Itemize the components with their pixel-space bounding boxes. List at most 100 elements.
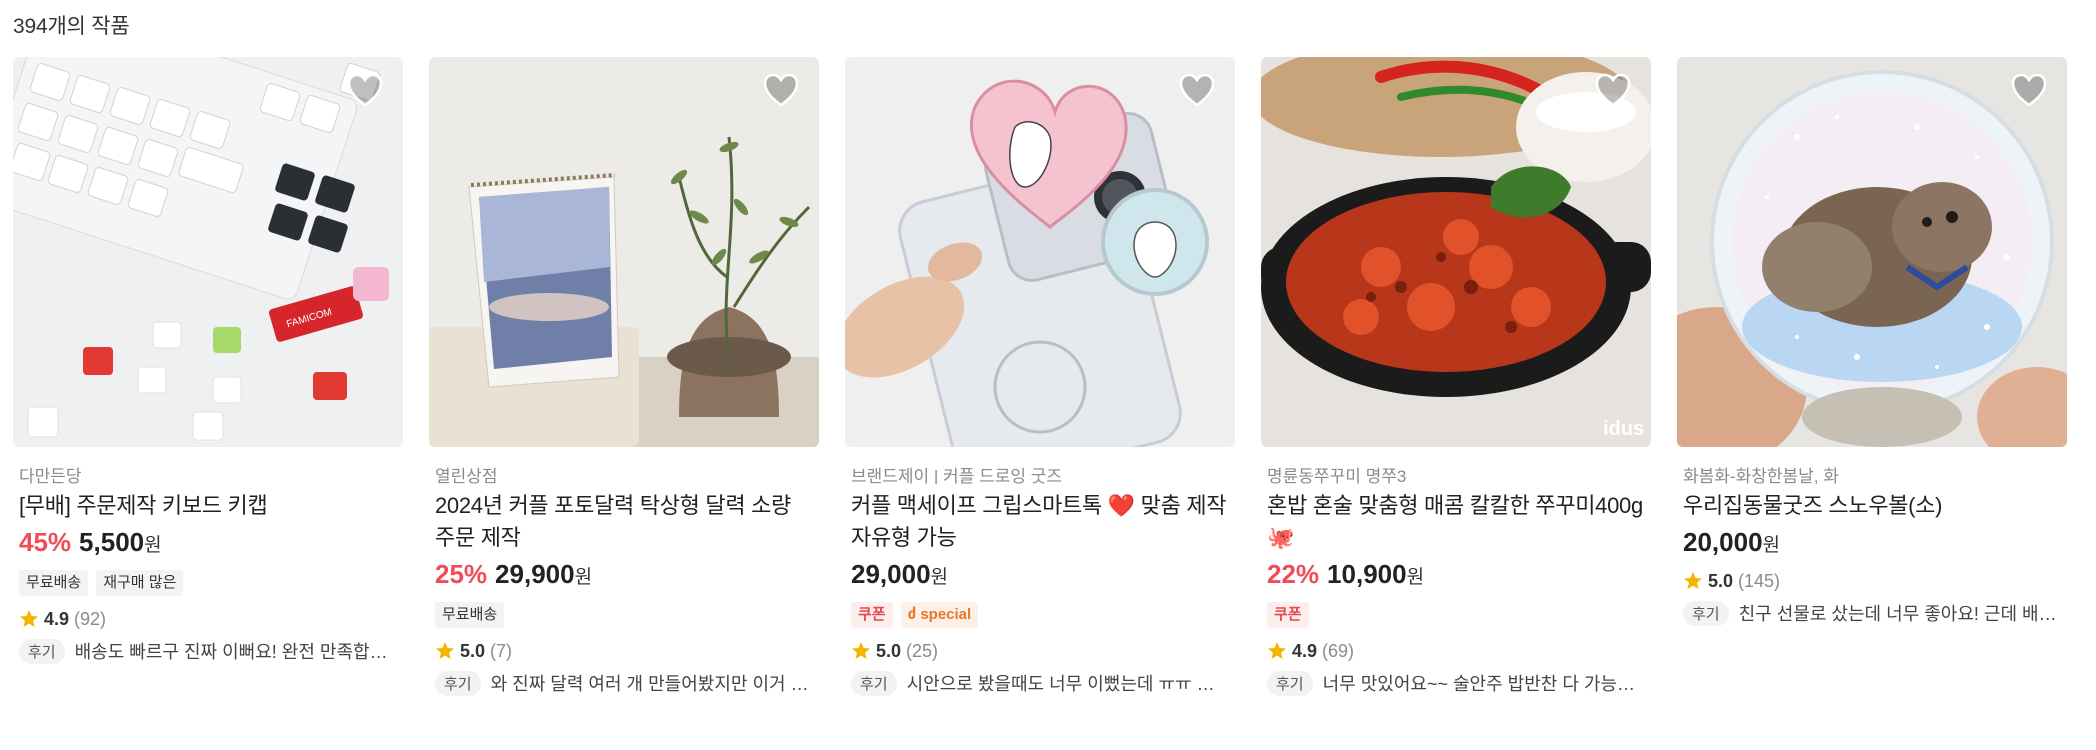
product-info: 화봄화-화창한봄날, 화 우리집동물굿즈 스노우볼(소) 20,000 원 5.… bbox=[1677, 447, 2067, 626]
product-image[interactable] bbox=[429, 57, 819, 447]
product-title[interactable]: 커플 맥세이프 그립스마트톡 ❤️ 맞춤 제작 자유형 가능 bbox=[851, 490, 1229, 554]
tag-coupon: 쿠폰 bbox=[851, 602, 893, 628]
product-grid: FAMICOM 다만든당 [무배] 주문제작 키보드 키캡 45% 5,500 … bbox=[13, 57, 2067, 696]
product-image[interactable] bbox=[1677, 57, 2067, 447]
shop-name[interactable]: 명륜동쭈꾸미 명쭈3 bbox=[1267, 462, 1645, 484]
price: 29,000 bbox=[851, 559, 931, 589]
product-image[interactable] bbox=[845, 57, 1235, 447]
price-row: 29,000 원 bbox=[851, 559, 1229, 590]
spicy-octopus-dish-photo: idus bbox=[1261, 57, 1651, 447]
review-text: 친구 선물로 샀는데 너무 좋아요! 근데 배송이 조금 늦었어요 bbox=[1738, 604, 2061, 624]
rating-score: 4.9 bbox=[44, 608, 70, 629]
tag-repurchase: 재구매 많은 bbox=[96, 570, 184, 596]
review-badge: 후기 bbox=[851, 670, 897, 696]
currency-unit: 원 bbox=[1762, 535, 1781, 556]
product-card[interactable]: 브랜드제이 | 커플 드로잉 굿즈 커플 맥세이프 그립스마트톡 ❤️ 맞춤 제… bbox=[845, 57, 1235, 696]
price: 20,000 bbox=[1683, 527, 1763, 557]
product-title[interactable]: 혼밥 혼술 맞춤형 매콤 칼칼한 쭈꾸미400g 🐙 bbox=[1267, 490, 1645, 554]
review-count: (69) bbox=[1322, 640, 1355, 661]
review-badge: 후기 bbox=[435, 670, 481, 696]
shop-name[interactable]: 열린상점 bbox=[435, 462, 813, 484]
star-icon bbox=[436, 642, 454, 659]
review-text: 시안으로 봤을때도 너무 이뻤는데 ㅠㅠ 실물이 훨씬 예뻐요 bbox=[906, 674, 1229, 694]
rating-row: 5.0 (145) bbox=[1683, 568, 2061, 594]
product-info: 브랜드제이 | 커플 드로잉 굿즈 커플 맥세이프 그립스마트톡 ❤️ 맞춤 제… bbox=[845, 447, 1235, 696]
snow-globe-photo bbox=[1677, 57, 2067, 447]
product-list-page: 394개의 작품 FAMICOM 다만든당 [무배] 주문제작 키보드 키캡 4… bbox=[0, 0, 2096, 750]
rating-row: 5.0 (25) bbox=[851, 638, 1229, 664]
tag-special-label: special bbox=[920, 606, 972, 623]
tag-list: 무료배송 bbox=[435, 602, 813, 628]
idus-watermark: idus bbox=[1603, 418, 1644, 440]
product-title[interactable]: 우리집동물굿즈 스노우볼(소) bbox=[1683, 490, 2061, 522]
price: 5,500 bbox=[79, 527, 145, 557]
review-text: 와 진짜 달력 여러 개 만들어봤지만 이거 최고예요 bbox=[490, 674, 813, 694]
heart-outline-icon[interactable] bbox=[1593, 71, 1633, 111]
rating-score: 5.0 bbox=[1708, 570, 1734, 591]
rating-score: 5.0 bbox=[460, 640, 486, 661]
star-icon bbox=[1684, 572, 1702, 589]
review-preview[interactable]: 후기 배송도 빠르구 진짜 이뻐요! 완전 만족합니다 감사합니다 bbox=[19, 638, 397, 664]
shop-name[interactable]: 화봄화-화창한봄날, 화 bbox=[1683, 462, 2061, 484]
tag-coupon: 쿠폰 bbox=[1267, 602, 1309, 628]
product-info: 열린상점 2024년 커플 포토달력 탁상형 달력 소량 주문 제작 25% 2… bbox=[429, 447, 819, 696]
price: 29,900 bbox=[495, 559, 575, 589]
tag-free-shipping: 무료배송 bbox=[19, 570, 89, 596]
heart-outline-icon[interactable] bbox=[345, 71, 385, 111]
price-row: 20,000 원 bbox=[1683, 527, 2061, 558]
review-count: (145) bbox=[1738, 570, 1781, 591]
discount-rate: 25% bbox=[435, 559, 488, 589]
rating-score: 4.9 bbox=[1292, 640, 1318, 661]
price-row: 45% 5,500 원 bbox=[19, 527, 397, 558]
star-icon bbox=[1268, 642, 1286, 659]
heart-outline-icon[interactable] bbox=[1177, 71, 1217, 111]
discount-rate: 45% bbox=[19, 527, 72, 557]
heart-outline-icon[interactable] bbox=[2009, 71, 2049, 111]
tag-list: 무료배송 재구매 많은 bbox=[19, 570, 397, 596]
product-card[interactable]: 화봄화-화창한봄날, 화 우리집동물굿즈 스노우볼(소) 20,000 원 5.… bbox=[1677, 57, 2067, 696]
review-badge: 후기 bbox=[1683, 600, 1729, 626]
special-icon: ძ bbox=[907, 606, 921, 623]
phone-grip-photo bbox=[845, 57, 1235, 447]
review-badge: 후기 bbox=[19, 638, 65, 664]
tag-special: ძ special bbox=[900, 602, 979, 628]
rating-row: 4.9 (92) bbox=[19, 606, 397, 632]
review-count: (25) bbox=[906, 640, 939, 661]
review-preview[interactable]: 후기 너무 맛있어요~~ 술안주 밥반찬 다 가능해요 또 주문할게요 bbox=[1267, 670, 1645, 696]
product-card[interactable]: FAMICOM 다만든당 [무배] 주문제작 키보드 키캡 45% 5,500 … bbox=[13, 57, 403, 696]
product-info: 명륜동쭈꾸미 명쭈3 혼밥 혼술 맞춤형 매콤 칼칼한 쭈꾸미400g 🐙 22… bbox=[1261, 447, 1651, 696]
review-count: (92) bbox=[74, 608, 107, 629]
shop-name[interactable]: 다만든당 bbox=[19, 462, 397, 484]
product-title[interactable]: 2024년 커플 포토달력 탁상형 달력 소량 주문 제작 bbox=[435, 490, 813, 554]
review-text: 배송도 빠르구 진짜 이뻐요! 완전 만족합니다 감사합니다 bbox=[74, 642, 397, 662]
review-text: 너무 맛있어요~~ 술안주 밥반찬 다 가능해요 또 주문할게요 bbox=[1322, 674, 1645, 694]
product-image[interactable]: idus bbox=[1261, 57, 1651, 447]
product-info: 다만든당 [무배] 주문제작 키보드 키캡 45% 5,500 원 무료배송 재… bbox=[13, 447, 403, 664]
rating-row: 4.9 (69) bbox=[1267, 638, 1645, 664]
review-preview[interactable]: 후기 와 진짜 달력 여러 개 만들어봤지만 이거 최고예요 bbox=[435, 670, 813, 696]
product-card[interactable]: idus 명륜동쭈꾸미 명쭈3 혼밥 혼술 맞춤형 매콤 칼칼한 쭈꾸미400g… bbox=[1261, 57, 1651, 696]
review-preview[interactable]: 후기 친구 선물로 샀는데 너무 좋아요! 근데 배송이 조금 늦었어요 bbox=[1683, 600, 2061, 626]
product-title[interactable]: [무배] 주문제작 키보드 키캡 bbox=[19, 490, 397, 522]
tag-list: 쿠폰 bbox=[1267, 602, 1645, 628]
currency-unit: 원 bbox=[930, 567, 949, 588]
result-count: 394개의 작품 bbox=[13, 15, 130, 38]
currency-unit: 원 bbox=[1406, 567, 1425, 588]
tag-free-shipping: 무료배송 bbox=[435, 602, 505, 628]
price-row: 22% 10,900 원 bbox=[1267, 559, 1645, 590]
currency-unit: 원 bbox=[574, 567, 593, 588]
tag-list: 쿠폰 ძ special bbox=[851, 602, 1229, 628]
star-icon bbox=[852, 642, 870, 659]
desk-calendar-photo bbox=[429, 57, 819, 447]
shop-name[interactable]: 브랜드제이 | 커플 드로잉 굿즈 bbox=[851, 462, 1229, 484]
rating-row: 5.0 (7) bbox=[435, 638, 813, 664]
currency-unit: 원 bbox=[144, 535, 162, 556]
review-preview[interactable]: 후기 시안으로 봤을때도 너무 이뻤는데 ㅠㅠ 실물이 훨씬 예뻐요 bbox=[851, 670, 1229, 696]
product-card[interactable]: 열린상점 2024년 커플 포토달력 탁상형 달력 소량 주문 제작 25% 2… bbox=[429, 57, 819, 696]
price: 10,900 bbox=[1327, 559, 1407, 589]
heart-outline-icon[interactable] bbox=[761, 71, 801, 111]
star-icon bbox=[20, 610, 38, 627]
product-image[interactable]: FAMICOM bbox=[13, 57, 403, 447]
keyboard-keycap-photo: FAMICOM bbox=[13, 57, 403, 447]
review-count: (7) bbox=[490, 640, 513, 661]
